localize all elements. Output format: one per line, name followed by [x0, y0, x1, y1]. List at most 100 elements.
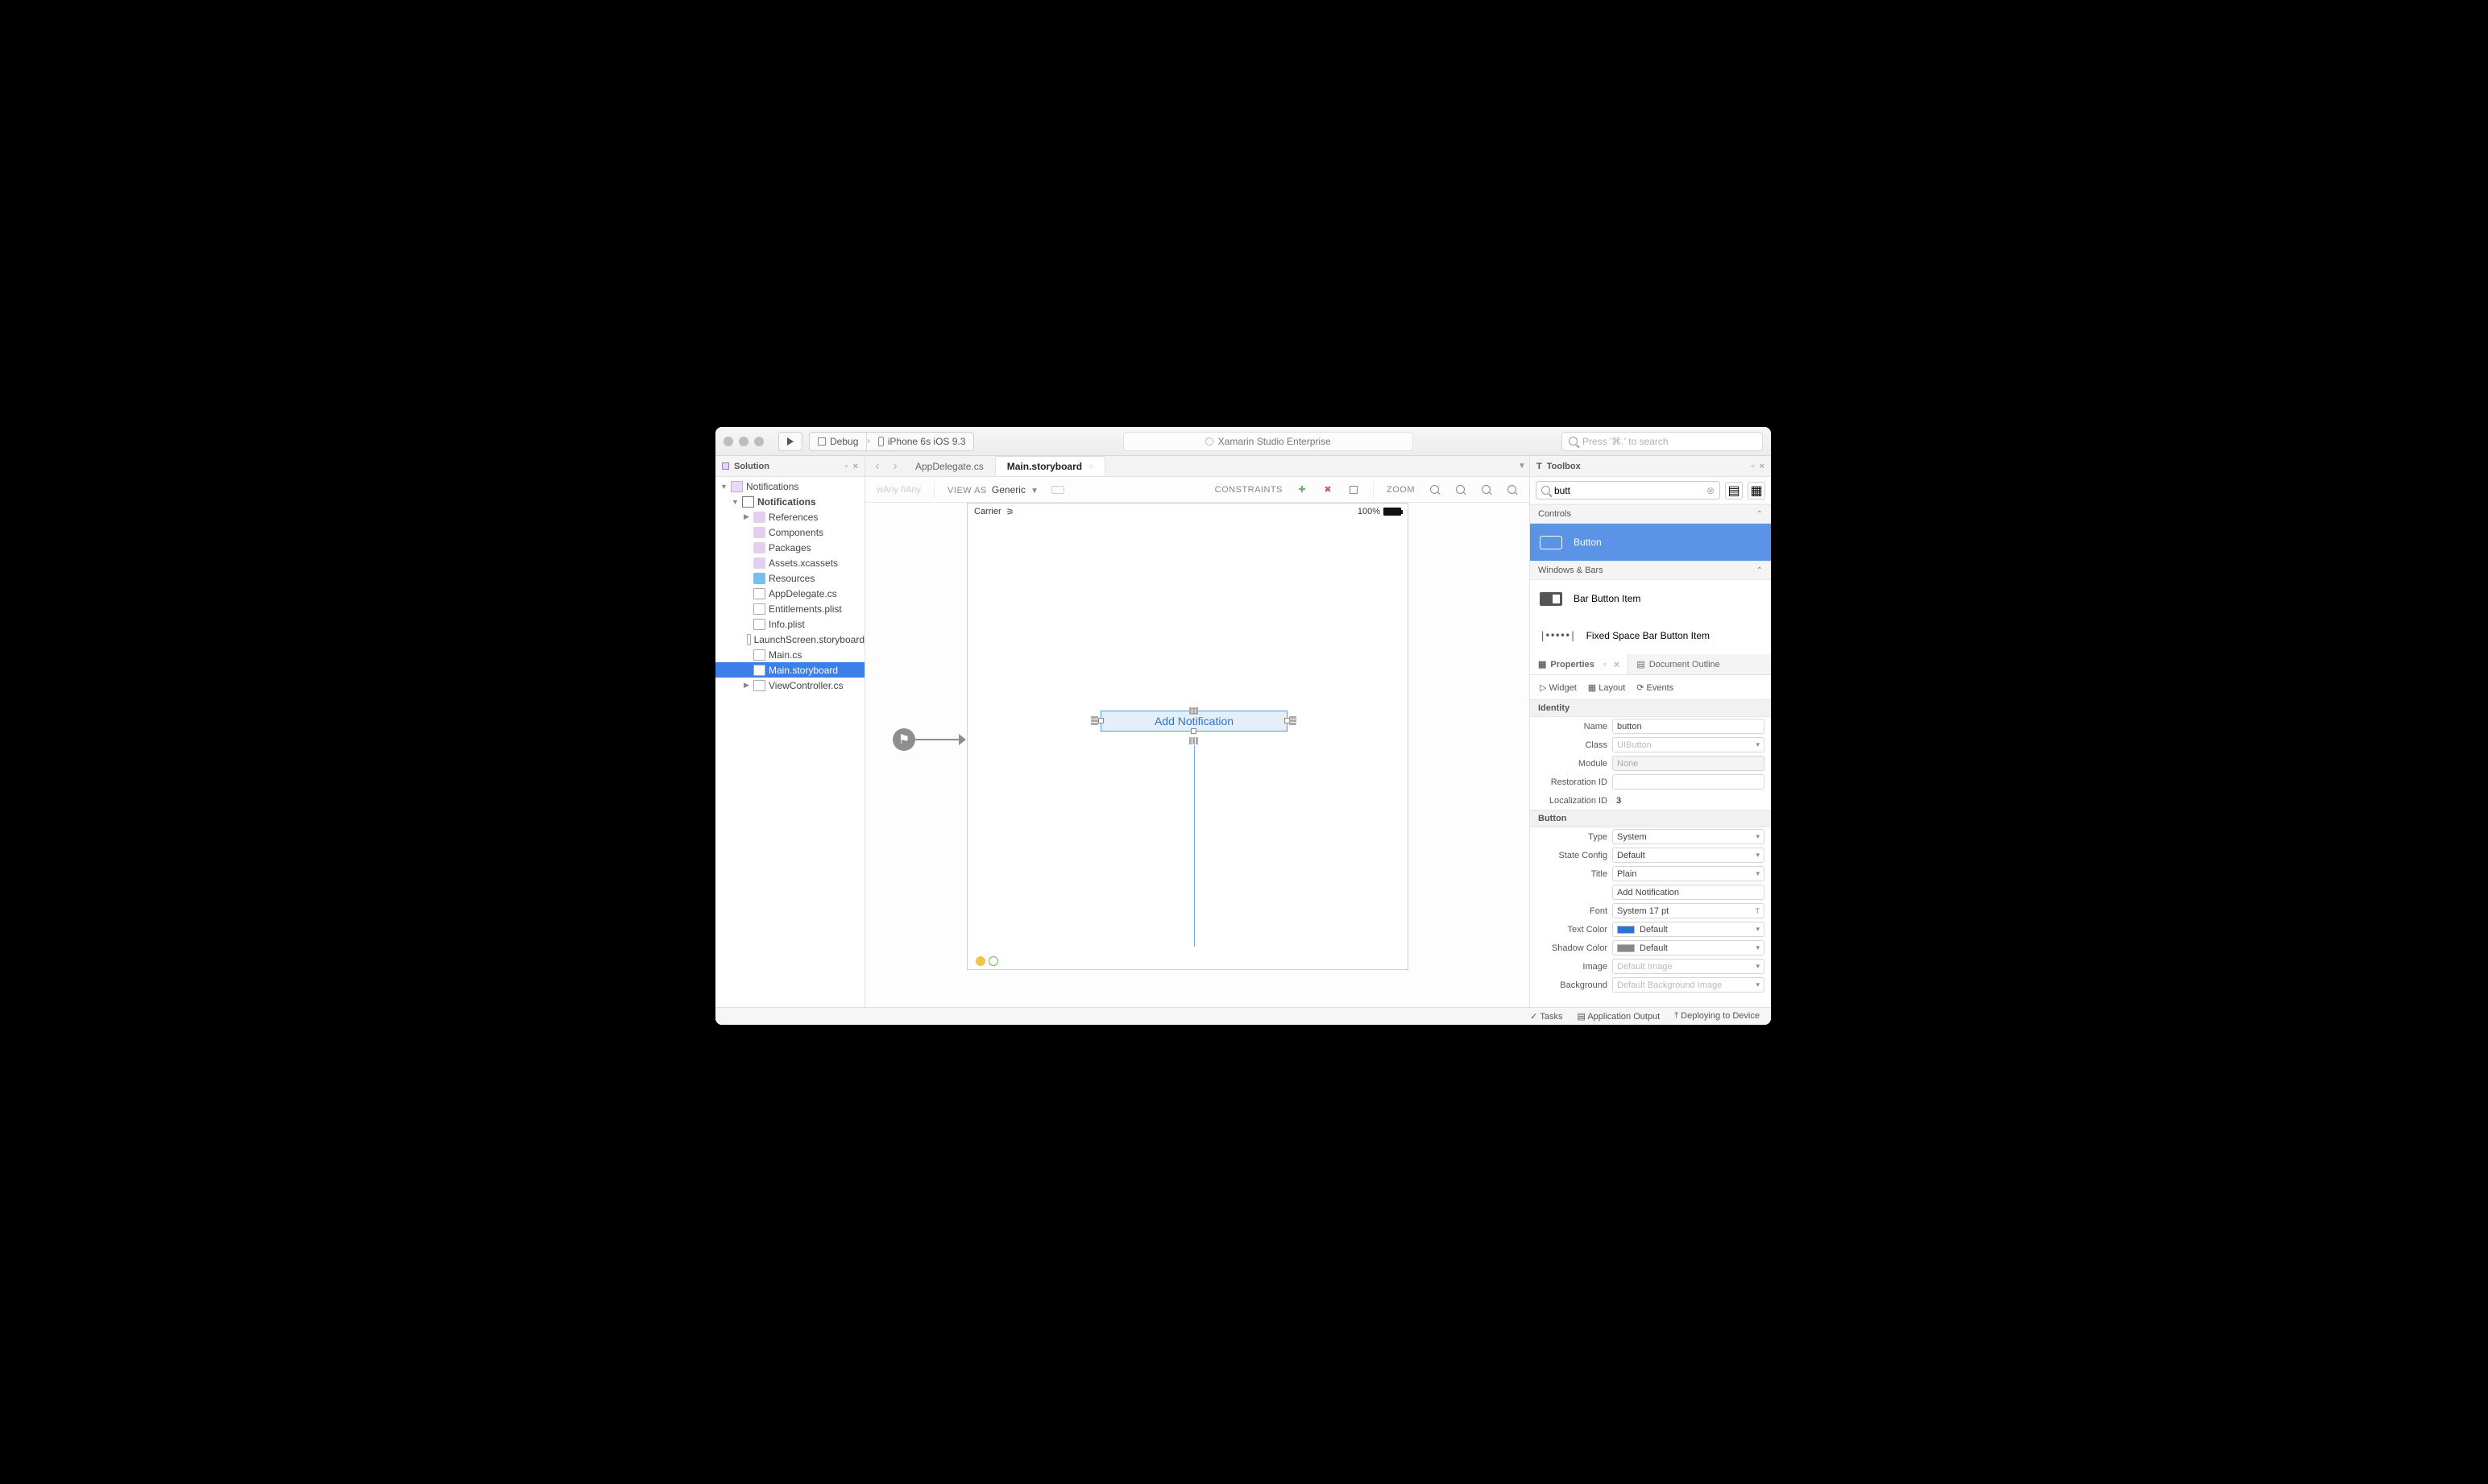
main-storyboard-file[interactable]: Main.storyboard	[715, 662, 865, 678]
tab-document-outline[interactable]: ▤ Document Outline	[1628, 654, 1727, 674]
toolbar: Debug › iPhone 6s iOS 9.3 Xamarin Studio…	[715, 427, 1771, 456]
tab-close-icon[interactable]: ○	[1088, 462, 1093, 471]
run-config[interactable]: Debug › iPhone 6s iOS 9.3	[809, 432, 974, 451]
pin-icon[interactable]: ▫	[845, 462, 848, 471]
prop-background[interactable]: Default Background Image▾	[1612, 977, 1764, 993]
prop-title-type[interactable]: Plain▾	[1612, 866, 1764, 881]
design-canvas[interactable]: ⚑ Carrier ⚞ 100% Add Notification	[865, 503, 1529, 1007]
size-class[interactable]: wAny hAny	[877, 485, 921, 495]
zoom-fit-icon[interactable]	[1428, 483, 1441, 496]
toolbox-item-fixed-space[interactable]: |•••••|Fixed Space Bar Button Item	[1530, 617, 1771, 654]
zoom-icon[interactable]	[754, 437, 764, 446]
assets-node[interactable]: Assets.xcassets	[715, 555, 865, 570]
global-search[interactable]: Press '⌘.' to search	[1561, 432, 1763, 451]
toolbox-search-row: ⊗ ▤ ▦	[1530, 477, 1771, 504]
toolbox-search[interactable]: ⊗	[1536, 481, 1720, 500]
main-cs-file[interactable]: Main.cs	[715, 647, 865, 662]
tab-overflow-button[interactable]: ▼	[1515, 456, 1529, 476]
prop-restoration-id[interactable]	[1612, 774, 1764, 790]
entitlements-file[interactable]: Entitlements.plist	[715, 601, 865, 616]
tab-close-icon[interactable]: ×	[1614, 658, 1620, 670]
appdelegate-file[interactable]: AppDelegate.cs	[715, 586, 865, 601]
subtab-events[interactable]: ⟳ Events	[1636, 682, 1673, 693]
battery-label: 100%	[1358, 507, 1380, 516]
frames-icon[interactable]	[1347, 483, 1360, 496]
zoom-label: ZOOM	[1387, 485, 1415, 495]
prop-shadow-color[interactable]: Default▾	[1612, 940, 1764, 955]
prop-image[interactable]: Default Image▾	[1612, 959, 1764, 974]
close-panel-icon[interactable]: ×	[853, 462, 858, 471]
viewas[interactable]: VIEW AS Generic ▼	[948, 484, 1039, 495]
toolbox-search-input[interactable]	[1554, 485, 1702, 496]
nav-back-button[interactable]: ‹	[869, 456, 886, 476]
entry-point-icon[interactable]: ⚑	[893, 728, 915, 751]
constraint-handle-right[interactable]	[1289, 716, 1296, 725]
constraint-handle-bottom[interactable]	[1189, 737, 1198, 744]
toolbox-category-windows[interactable]: Windows & Bars⌃	[1530, 561, 1771, 580]
zoom-out-icon[interactable]	[1453, 483, 1466, 496]
scene-dock[interactable]	[976, 956, 998, 966]
prop-class[interactable]: UIButton▾	[1612, 737, 1764, 752]
toolbox-item-button[interactable]: Button	[1530, 524, 1771, 561]
status-deploy[interactable]: ⤒ Deploying to Device	[1674, 1011, 1760, 1022]
prop-type[interactable]: System▾	[1612, 829, 1764, 844]
button-text: Add Notification	[1155, 715, 1234, 727]
toolbox-header[interactable]: TToolbox ▫ ×	[1530, 456, 1771, 477]
exit-icon[interactable]	[989, 956, 998, 966]
components-node[interactable]: Components	[715, 524, 865, 540]
subtab-widget[interactable]: ▷ Widget	[1540, 682, 1577, 693]
prop-font[interactable]: System 17 ptT	[1612, 903, 1764, 918]
prop-name[interactable]: button	[1612, 719, 1764, 734]
close-icon[interactable]	[724, 437, 733, 446]
remove-constraint-icon[interactable]: ✖	[1321, 483, 1334, 496]
prop-text-color[interactable]: Default▾	[1612, 922, 1764, 937]
clear-search-icon[interactable]: ⊗	[1706, 485, 1715, 496]
solution-header[interactable]: Solution ▫ ×	[715, 456, 865, 477]
launchscreen-file[interactable]: LaunchScreen.storyboard	[715, 632, 865, 647]
device-frame[interactable]: Carrier ⚞ 100% Add Notification	[967, 503, 1408, 970]
nav-forward-button[interactable]: ›	[886, 456, 904, 476]
search-icon	[1541, 486, 1550, 495]
tab-main-storyboard[interactable]: Main.storyboard○	[996, 456, 1105, 476]
info-plist-file[interactable]: Info.plist	[715, 616, 865, 632]
viewcontroller-icon[interactable]	[976, 956, 985, 966]
resources-node[interactable]: Resources	[715, 570, 865, 586]
minimize-icon[interactable]	[739, 437, 748, 446]
toolbox-item-bar-button[interactable]: Bar Button Item	[1530, 580, 1771, 617]
constraints-label: CONSTRAINTS	[1215, 485, 1283, 495]
bar-button-icon	[1540, 592, 1562, 606]
toolbox-view-compact[interactable]: ▤	[1725, 482, 1743, 500]
prop-state-config[interactable]: Default▾	[1612, 848, 1764, 863]
zoom-actual-icon[interactable]	[1479, 483, 1492, 496]
toolbox-close-icon[interactable]: ×	[1760, 462, 1764, 471]
tab-appdelegate[interactable]: AppDelegate.cs	[904, 456, 996, 476]
right-panel: TToolbox ▫ × ⊗ ▤ ▦ Controls⌃ Button Wi	[1529, 456, 1771, 1007]
prop-title-text[interactable]: Add Notification	[1612, 885, 1764, 900]
project-node[interactable]: ▼Notifications	[715, 494, 865, 509]
orientation-icon[interactable]	[1051, 486, 1064, 494]
run-button[interactable]	[778, 432, 802, 451]
constraint-handle-top[interactable]	[1189, 707, 1198, 715]
solution-root[interactable]: ▼Notifications	[715, 479, 865, 494]
toolbox-view-grid[interactable]: ▦	[1748, 482, 1765, 500]
zoom-in-icon[interactable]	[1505, 483, 1518, 496]
fixed-space-icon: |•••••|	[1540, 630, 1575, 641]
tab-properties[interactable]: ▦ Properties▫×	[1530, 654, 1628, 674]
subtab-layout[interactable]: ▦ Layout	[1588, 682, 1625, 693]
constraint-handle-left[interactable]	[1091, 716, 1098, 725]
toolbox-pin-icon[interactable]: ▫	[1752, 462, 1755, 471]
references-node[interactable]: ▶References	[715, 509, 865, 524]
designer-toolbar: wAny hAny VIEW AS Generic ▼ CONSTRAINTS …	[865, 477, 1529, 503]
status-tasks[interactable]: ✓ Tasks	[1530, 1011, 1562, 1022]
resize-handle-s[interactable]	[1191, 728, 1196, 734]
window-controls[interactable]	[724, 437, 764, 446]
toolbox-category-controls[interactable]: Controls⌃	[1530, 504, 1771, 524]
play-icon	[787, 437, 794, 446]
solution-panel: Solution ▫ × ▼Notifications ▼Notificatio…	[715, 456, 865, 1007]
status-output[interactable]: ▤ Application Output	[1578, 1011, 1661, 1022]
viewcontroller-file[interactable]: ▶ViewController.cs	[715, 678, 865, 693]
properties-subtabs: ▷ Widget ▦ Layout ⟳ Events	[1530, 675, 1771, 699]
resize-handle-w[interactable]	[1098, 718, 1104, 723]
add-constraint-icon[interactable]: ✚	[1296, 483, 1308, 496]
packages-node[interactable]: Packages	[715, 540, 865, 555]
